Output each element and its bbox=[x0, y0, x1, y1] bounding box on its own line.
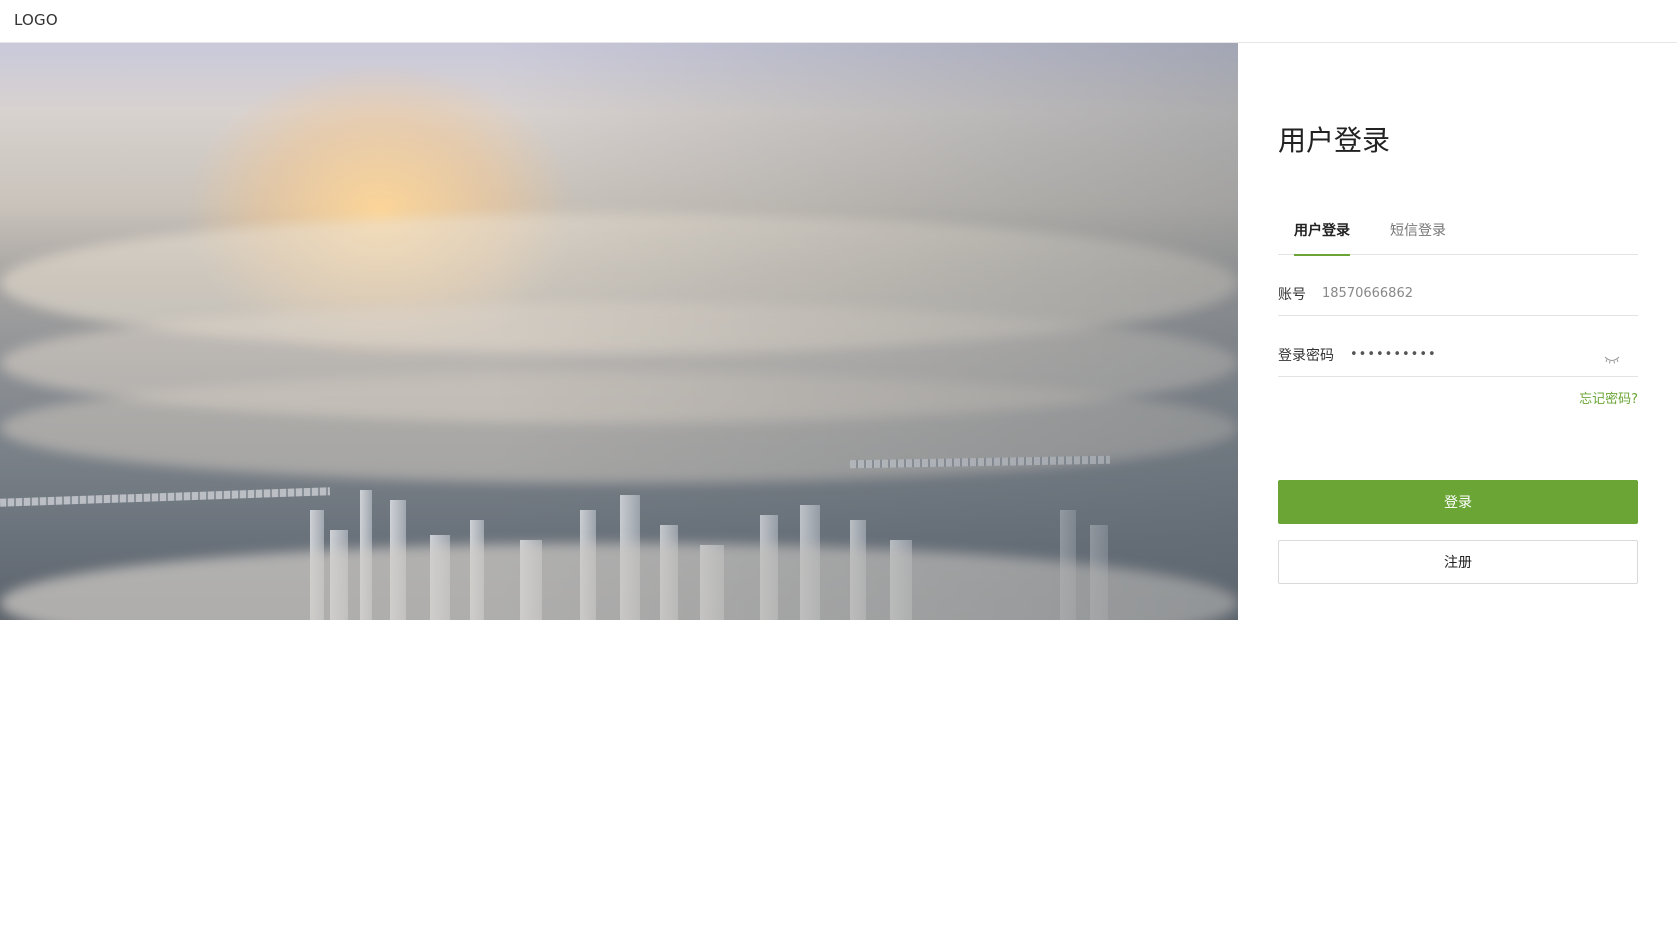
page-title: 用户登录 bbox=[1278, 124, 1391, 157]
account-field: 账号 bbox=[1278, 270, 1638, 316]
eye-closed-icon[interactable] bbox=[1604, 350, 1620, 364]
logo[interactable]: LOGO bbox=[14, 11, 58, 29]
login-button[interactable]: 登录 bbox=[1278, 480, 1638, 524]
login-panel: 用户登录 用户登录 短信登录 账号 登录密码 忘记密码? 登录 注册 bbox=[1278, 43, 1638, 663]
haze-overlay bbox=[495, 43, 1238, 620]
tab-sms-login[interactable]: 短信登录 bbox=[1390, 223, 1446, 255]
login-tabs: 用户登录 短信登录 bbox=[1278, 223, 1638, 256]
account-input[interactable] bbox=[1322, 282, 1622, 304]
top-bar: LOGO bbox=[0, 0, 1677, 43]
hero-image bbox=[0, 43, 1238, 620]
bridge bbox=[0, 487, 331, 507]
password-field: 登录密码 bbox=[1278, 331, 1638, 377]
password-label: 登录密码 bbox=[1278, 348, 1334, 364]
forgot-password-link[interactable]: 忘记密码? bbox=[1579, 388, 1638, 407]
tab-user-login[interactable]: 用户登录 bbox=[1294, 223, 1350, 256]
password-input[interactable] bbox=[1350, 343, 1590, 365]
register-button[interactable]: 注册 bbox=[1278, 540, 1638, 584]
account-label: 账号 bbox=[1278, 287, 1306, 303]
